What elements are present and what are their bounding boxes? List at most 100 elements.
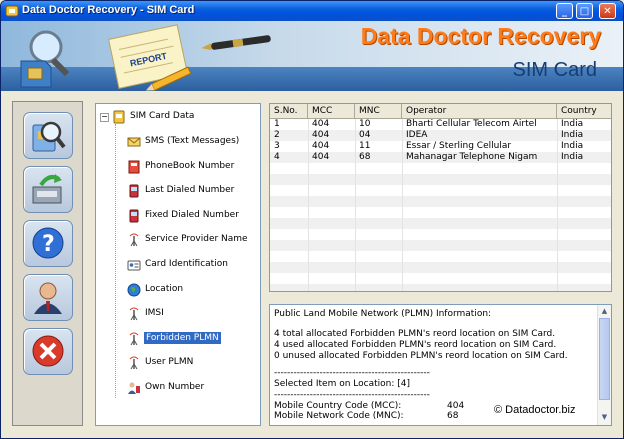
scroll-down-arrow[interactable]: ▼: [599, 412, 610, 423]
table-row-stripe: [270, 284, 611, 291]
tree-item-label: SMS (Text Messages): [145, 136, 240, 146]
info-line-unused: 0 unused allocated Forbidden PLMN's reor…: [274, 351, 568, 361]
about-button[interactable]: [23, 274, 73, 321]
table-cell: India: [561, 130, 584, 140]
search-sim-button[interactable]: [23, 112, 73, 159]
tree-item-label: Forbidden PLMN: [144, 331, 221, 344]
mnc-value: 68: [447, 411, 459, 421]
table-row-stripe: [270, 174, 611, 185]
sim-data-tree: − SIM Card Data SMS (Text Messages) Phone…: [95, 103, 261, 426]
tree-item-label: Card Identification: [145, 259, 228, 269]
globe-icon: [127, 283, 141, 297]
help-icon: ?: [32, 227, 64, 259]
table-row[interactable]: 3 404 11 Essar / Sterling Cellular India: [270, 141, 611, 152]
table-cell: 11: [359, 141, 371, 151]
tree-item-label: Location: [145, 283, 184, 294]
column-header-country[interactable]: Country: [557, 104, 611, 119]
maximize-button[interactable]: □: [576, 3, 593, 19]
sim-card-icon: [113, 110, 125, 124]
table-cell: India: [561, 119, 584, 129]
info-line-used: 4 used allocated Forbidden PLMN's reord …: [274, 340, 557, 350]
tree-expander[interactable]: −: [100, 113, 109, 122]
table-row-stripe: [270, 240, 611, 251]
phone-icon: [129, 184, 139, 198]
app-window: Data Doctor Recovery - SIM Card _ □ ✕ RE…: [0, 0, 624, 439]
table-gridline: [402, 119, 403, 291]
phonebook-icon: [128, 160, 140, 174]
save-icon: [32, 174, 62, 204]
tree-item-label: IMSI: [145, 308, 164, 319]
tree-item-label: User PLMN: [145, 357, 194, 368]
mnc-label: Mobile Network Code (MNC):: [274, 411, 404, 421]
table-row-stripe: [270, 196, 611, 207]
table-row[interactable]: 1 404 10 Bharti Cellular Telecom Airtel Indi…: [270, 119, 611, 130]
side-toolbar: ?: [12, 101, 83, 426]
tree-item-label: Fixed Dialed Number: [145, 209, 239, 220]
table-cell: Mahanagar Telephone Nigam: [406, 152, 538, 162]
magnifier-icon: [29, 30, 63, 64]
id-card-icon: [127, 260, 141, 271]
table-cell: Bharti Cellular Telecom Airtel: [406, 119, 537, 129]
app-icon: [5, 5, 19, 17]
exit-icon: [32, 335, 64, 367]
svg-text:?: ?: [42, 232, 55, 257]
table-row[interactable]: 4 404 68 Mahanagar Telephone Nigam India: [270, 152, 611, 163]
scroll-thumb[interactable]: [599, 318, 610, 400]
scroll-up-arrow[interactable]: ▲: [599, 306, 610, 317]
tree-item-label: Own Number: [145, 382, 205, 392]
sim-search-icon: [32, 121, 66, 152]
table-cell: 3: [274, 141, 280, 151]
table-header: S.No. MCC MNC Operator Country: [270, 104, 611, 119]
save-button[interactable]: [23, 166, 73, 213]
table-cell: India: [561, 152, 584, 162]
tree-root-label: SIM Card Data: [130, 111, 195, 121]
tree-connector: [115, 124, 116, 398]
help-button[interactable]: ?: [23, 220, 73, 267]
table-cell: 68: [359, 152, 371, 162]
antenna-icon: [129, 356, 139, 370]
header-banner: REPORT Data Doctor Recovery SIM Card: [1, 21, 623, 91]
antenna-icon: [129, 233, 139, 247]
antenna-icon: [129, 332, 139, 346]
window-title: Data Doctor Recovery - SIM Card: [22, 4, 195, 16]
title-bar[interactable]: Data Doctor Recovery - SIM Card _ □ ✕: [1, 1, 623, 21]
table-cell: Essar / Sterling Cellular: [406, 141, 512, 151]
info-separator: ----------------------------------------…: [274, 368, 430, 378]
table-row[interactable]: 2 404 04 IDEA India: [270, 130, 611, 141]
column-header-mcc[interactable]: MCC: [308, 104, 355, 119]
info-selected-item: Selected Item on Location: [4]: [274, 379, 411, 389]
tree-item-label: Service Provider Name: [145, 234, 248, 245]
table-cell: 4: [274, 152, 280, 162]
minimize-button[interactable]: _: [556, 3, 573, 19]
banner-illustration: REPORT: [20, 24, 271, 91]
user-phone-icon: [128, 382, 140, 394]
info-separator-2: ----------------------------------------…: [274, 390, 430, 400]
table-cell: 10: [359, 119, 371, 129]
info-scrollbar[interactable]: ▲ ▼: [597, 305, 611, 425]
phone-icon: [129, 209, 139, 223]
table-cell: 04: [359, 130, 371, 140]
user-icon: [34, 282, 62, 314]
table-row-stripe: [270, 218, 611, 229]
info-line-total: 4 total allocated Forbidden PLMN's reord…: [274, 329, 556, 339]
exit-button[interactable]: [23, 328, 73, 375]
table-gridline: [308, 119, 309, 291]
table-cell: 404: [312, 130, 330, 140]
table-cell: 404: [312, 119, 330, 129]
column-header-sno[interactable]: S.No.: [270, 104, 308, 119]
brand-title: Data Doctor Recovery: [360, 23, 601, 49]
tree-item-label: PhoneBook Number: [145, 160, 235, 171]
table-cell: 404: [312, 152, 330, 162]
column-header-operator[interactable]: Operator: [402, 104, 557, 119]
column-header-mnc[interactable]: MNC: [355, 104, 402, 119]
table-gridline: [557, 119, 558, 291]
pen-icon: [201, 35, 271, 51]
table-gridline: [355, 119, 356, 291]
mcc-label: Mobile Country Code (MCC):: [274, 401, 402, 411]
tree-item-label: Last Dialed Number: [145, 185, 235, 196]
table-cell: India: [561, 141, 584, 151]
operator-table: S.No. MCC MNC Operator Country 1 404 10 Bha…: [269, 103, 612, 292]
antenna-icon: [129, 307, 139, 321]
table-cell: 1: [274, 119, 280, 129]
close-button[interactable]: ✕: [599, 3, 616, 19]
